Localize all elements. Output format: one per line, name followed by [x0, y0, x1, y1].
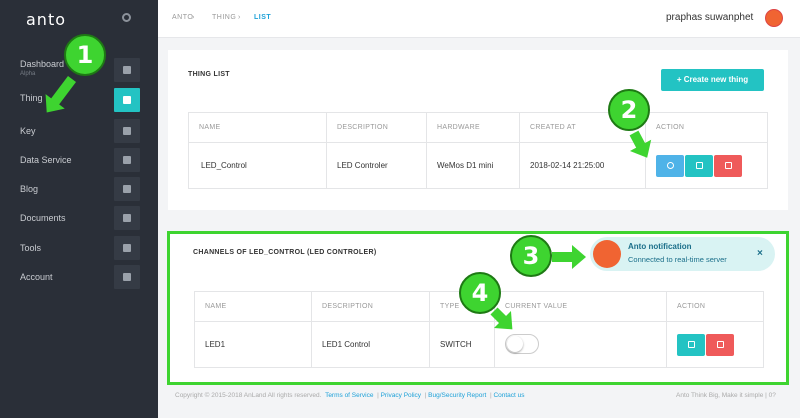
user-name[interactable]: praphas suwanphet	[666, 12, 753, 23]
column-header: ACTION	[645, 112, 768, 143]
sidebar-item-label: Key	[20, 126, 36, 136]
sidebar-item-label: Data Service	[20, 155, 72, 165]
sidebar-item-data-service[interactable]: Data Service	[0, 147, 158, 173]
sidebar-item-thing[interactable]: Thing	[0, 88, 158, 114]
thing-name: LED_Control	[188, 142, 327, 189]
breadcrumb-separator: ›	[238, 14, 241, 21]
sidebar-item-label: Documents	[20, 213, 66, 223]
annotation-badge-4: 4	[459, 272, 501, 314]
document-icon	[114, 206, 140, 230]
sidebar-item-label: Tools	[20, 243, 42, 253]
breadcrumb-separator: ›	[192, 14, 195, 21]
footer-link[interactable]: Privacy Policy	[381, 392, 421, 399]
gauge-icon	[114, 58, 140, 82]
thing-actions	[645, 142, 768, 189]
table-row: LED_Control LED Controler WeMos D1 mini …	[188, 142, 768, 189]
thing-table: NAME DESCRIPTION HARDWARE CREATED AT ACT…	[188, 112, 768, 189]
annotation-arrow-3	[552, 245, 586, 269]
annotation-badge-3: 3	[510, 235, 552, 277]
delete-thing-button[interactable]	[714, 154, 742, 177]
footer-link[interactable]: Contact us	[493, 392, 524, 399]
top-bar: ANTO › THING › LIST praphas suwanphet	[158, 0, 800, 38]
sidebar-item-label: Dashboard	[20, 59, 65, 69]
thing-list-title: THING LIST	[188, 71, 230, 78]
thing-icon	[114, 88, 140, 112]
create-thing-button[interactable]: + Create new thing	[661, 69, 764, 91]
column-header: NAME	[188, 112, 327, 143]
trash-icon	[725, 161, 732, 169]
anto-logo[interactable]: anto	[26, 10, 66, 29]
key-icon	[114, 119, 140, 143]
footer-tagline: Anto Think Big, Make it simple | 0?	[676, 392, 776, 399]
sidebar-item-label: Blog	[20, 184, 39, 194]
sidebar-item-label: Account	[20, 272, 53, 282]
thing-description: LED Controler	[326, 142, 427, 189]
annotation-badge-2: 2	[608, 89, 650, 131]
sidebar-item-key[interactable]: Key	[0, 118, 158, 144]
annotation-badge-1: 1	[64, 34, 106, 76]
copyright: Copyright © 2015-2018 AnLand All rights …	[175, 392, 322, 399]
footer: Copyright © 2015-2018 AnLand All rights …	[175, 392, 525, 399]
thing-hardware: WeMos D1 mini	[426, 142, 520, 189]
avatar[interactable]	[765, 9, 783, 27]
sidebar-item-sublabel: Alpha	[20, 71, 36, 77]
gear-icon[interactable]	[122, 13, 131, 22]
breadcrumb-anto[interactable]: ANTO	[172, 14, 193, 21]
sidebar-item-tools[interactable]: Tools	[0, 235, 158, 261]
database-icon	[114, 148, 140, 172]
thing-created-at: 2018-02-14 21:25:00	[519, 142, 646, 189]
column-header: HARDWARE	[426, 112, 520, 143]
wrench-icon	[114, 236, 140, 260]
view-channels-button[interactable]	[656, 154, 684, 177]
breadcrumb-thing[interactable]: THING	[212, 14, 236, 21]
search-icon	[667, 161, 674, 169]
column-header: DESCRIPTION	[326, 112, 427, 143]
edit-thing-button[interactable]	[685, 154, 713, 177]
footer-link[interactable]: Bug/Security Report	[428, 392, 486, 399]
sidebar-item-account[interactable]: Account	[0, 264, 158, 290]
table-header: NAME DESCRIPTION HARDWARE CREATED AT ACT…	[188, 112, 768, 143]
footer-link[interactable]: Terms of Service	[325, 392, 373, 399]
sidebar-item-blog[interactable]: Blog	[0, 176, 158, 202]
user-icon	[114, 265, 140, 289]
sidebar-item-documents[interactable]: Documents	[0, 205, 158, 231]
pencil-icon	[696, 161, 703, 169]
blog-icon	[114, 177, 140, 201]
breadcrumb-list: LIST	[254, 14, 272, 21]
